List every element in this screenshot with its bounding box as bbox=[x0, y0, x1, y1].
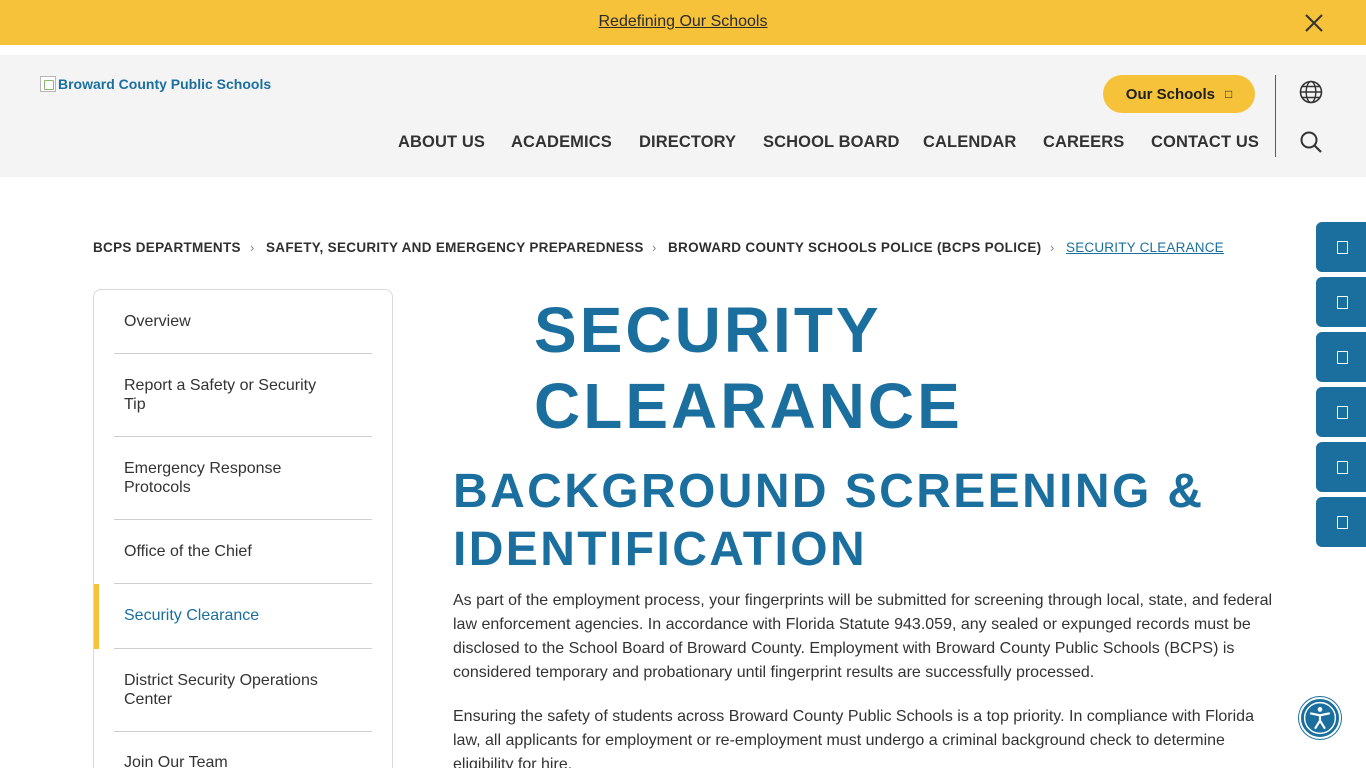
announcement-bar: Redefining Our Schools bbox=[0, 0, 1366, 45]
section-title: BACKGROUND SCREENING & IDENTIFICATION bbox=[453, 465, 1205, 576]
quick-link-icon bbox=[1336, 295, 1348, 309]
announcement-link[interactable]: Redefining Our Schools bbox=[599, 13, 768, 30]
sidebar-active-indicator bbox=[94, 584, 99, 649]
sidebar-divider bbox=[114, 648, 372, 649]
nav-about-us[interactable]: ABOUT US bbox=[398, 133, 485, 152]
our-schools-label: Our Schools bbox=[1125, 85, 1215, 103]
sidebar-item-security-operations[interactable]: District Security Operations Center bbox=[124, 671, 334, 709]
sidebar-item-join-team[interactable]: Join Our Team bbox=[124, 753, 334, 768]
site-header: Broward County Public Schools Our School… bbox=[0, 55, 1366, 177]
site-logo[interactable]: Broward County Public Schools bbox=[40, 76, 271, 92]
quick-link-icon bbox=[1336, 515, 1348, 529]
quick-link-button[interactable] bbox=[1316, 497, 1366, 547]
sidebar-item-emergency-response[interactable]: Emergency Response Protocols bbox=[124, 459, 334, 497]
logo-alt-text: Broward County Public Schools bbox=[58, 76, 272, 92]
quick-link-button[interactable] bbox=[1316, 442, 1366, 492]
nav-directory[interactable]: DIRECTORY bbox=[639, 133, 736, 152]
quick-link-button[interactable] bbox=[1316, 277, 1366, 327]
chevron-right-icon: › bbox=[652, 240, 657, 255]
sidebar-item-security-clearance[interactable]: Security Clearance bbox=[124, 606, 334, 625]
sidebar-item-overview[interactable]: Overview bbox=[124, 312, 334, 331]
nav-school-board[interactable]: SCHOOL BOARD bbox=[763, 133, 900, 152]
quick-link-icon bbox=[1336, 350, 1348, 364]
sidebar-item-office-chief[interactable]: Office of the Chief bbox=[124, 542, 334, 561]
quick-link-icon bbox=[1336, 405, 1348, 419]
breadcrumb-item[interactable]: BROWARD COUNTY SCHOOLS POLICE (BCPS POLI… bbox=[668, 240, 1041, 255]
nav-academics[interactable]: ACADEMICS bbox=[511, 133, 612, 152]
nav-contact-us[interactable]: CONTACT US bbox=[1151, 133, 1259, 152]
accessibility-icon[interactable] bbox=[1299, 697, 1341, 739]
close-icon[interactable] bbox=[1301, 10, 1327, 36]
body-paragraph: As part of the employment process, your … bbox=[453, 592, 1273, 681]
chevron-right-icon: › bbox=[250, 240, 255, 255]
sidebar-divider bbox=[114, 353, 372, 354]
chevron-right-icon: › bbox=[1050, 240, 1055, 255]
quick-link-icon bbox=[1336, 240, 1348, 254]
sidebar-divider bbox=[114, 436, 372, 437]
quick-link-button[interactable] bbox=[1316, 222, 1366, 272]
sidebar-divider bbox=[114, 731, 372, 732]
globe-icon[interactable] bbox=[1298, 79, 1324, 105]
section-sidebar: Overview Report a Safety or Security Tip… bbox=[93, 289, 393, 768]
header-divider bbox=[1275, 75, 1276, 157]
sidebar-divider bbox=[114, 583, 372, 584]
body-paragraph: Ensuring the safety of students across B… bbox=[453, 708, 1254, 768]
breadcrumb-item[interactable]: SAFETY, SECURITY AND EMERGENCY PREPAREDN… bbox=[266, 240, 644, 255]
broken-image-icon bbox=[40, 76, 56, 92]
sidebar-divider bbox=[114, 519, 372, 520]
breadcrumb-item[interactable]: BCPS DEPARTMENTS bbox=[93, 240, 241, 255]
search-icon[interactable] bbox=[1299, 130, 1323, 154]
quick-link-button[interactable] bbox=[1316, 387, 1366, 437]
quick-link-button[interactable] bbox=[1316, 332, 1366, 382]
external-link-icon: □ bbox=[1224, 87, 1233, 101]
quick-link-icon bbox=[1336, 460, 1348, 474]
nav-careers[interactable]: CAREERS bbox=[1043, 133, 1124, 152]
breadcrumb-current[interactable]: SECURITY CLEARANCE bbox=[1066, 240, 1224, 255]
page-title: SECURITY CLEARANCE bbox=[534, 294, 963, 442]
sidebar-item-report-tip[interactable]: Report a Safety or Security Tip bbox=[124, 376, 334, 414]
nav-calendar[interactable]: CALENDAR bbox=[923, 133, 1016, 152]
our-schools-button[interactable]: Our Schools □ bbox=[1103, 75, 1255, 113]
